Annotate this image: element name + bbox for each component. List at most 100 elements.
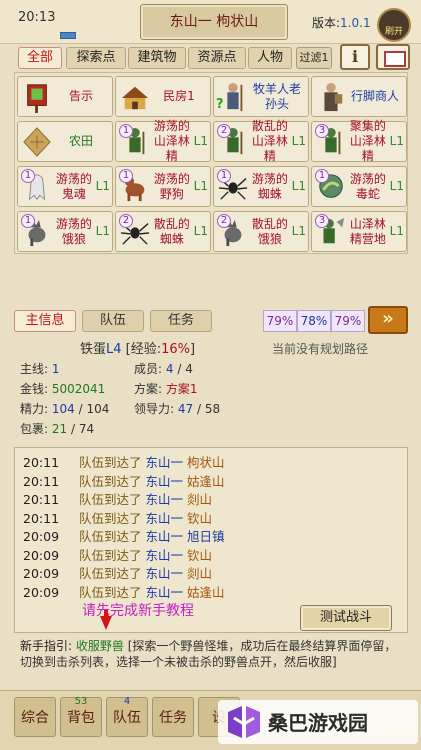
route-status: 当前没有规划路径 [272, 342, 369, 356]
count-badge: 1 [119, 124, 133, 138]
location-title[interactable]: 东山一 枸状山 [140, 4, 288, 40]
grid-cell[interactable]: 2 散乱的饿狼 L1 [213, 211, 309, 252]
team-count: 4 [123, 696, 131, 707]
grid-cell-label: 游荡的鬼魂 L1 [52, 167, 110, 206]
log-place: 枸状山 [183, 455, 225, 470]
grid-cell-name: 游荡的山泽林精 [153, 119, 190, 163]
watermark-logo-icon [228, 706, 260, 738]
grid-cell-name: 游荡的野狗 [153, 171, 190, 201]
grid-cell-level: L1 [193, 224, 208, 238]
grid-cell[interactable]: 2 散乱的山泽林精 L1 [213, 119, 309, 163]
grid-cell-name: 牧羊人老孙头 [252, 81, 301, 111]
farmland-icon [23, 127, 51, 157]
tab-buildings[interactable]: 建筑物 [128, 47, 186, 69]
grid-cell[interactable]: 行脚商人 [311, 76, 407, 117]
log-entry: 20:11 队伍到达了 东山一 枸状山 [23, 454, 224, 472]
grid-cell-label: 散乱的山泽林精 L1 [248, 119, 306, 163]
grid-cell-level: L1 [389, 224, 404, 238]
grid-cell[interactable]: 农田 [17, 121, 113, 162]
mainline-value: 1 [51, 362, 60, 376]
grid-cell-level: L1 [95, 224, 110, 238]
grid-cell[interactable]: 3 聚集的山泽林精 L1 [311, 119, 407, 163]
tab-tasks[interactable]: 任务 [150, 310, 212, 332]
grid-cell-label: 山泽林精营地 L1 [346, 212, 404, 251]
test-battle-button[interactable]: 测试战斗 [300, 605, 392, 631]
notice-icon [27, 84, 47, 113]
player-name: 铁蛋 [80, 342, 107, 357]
watermark-text: 桑巴游戏园 [268, 711, 368, 735]
log-region: 东山一 [145, 547, 183, 563]
log-place: 姑逢山 [183, 473, 225, 489]
percent-1: 79% [263, 310, 297, 332]
members-label: 成员: [134, 362, 163, 376]
bag-count: 53 [74, 696, 88, 707]
grid-cell-label: 游荡的饿狼 L1 [52, 212, 110, 251]
tab-team[interactable]: 队伍 [82, 310, 144, 332]
grid-cell[interactable]: 1 游荡的毒蛇 L1 [311, 166, 407, 207]
grid-cell[interactable]: 1 游荡的蜘蛛 L1 [213, 166, 309, 207]
bag-max: / 74 [70, 422, 95, 436]
log-message: 队伍到达了 [79, 547, 146, 563]
player-avatar[interactable]: 刷开 [377, 8, 411, 42]
grid-cell[interactable]: 1 游荡的鬼魂 L1 [17, 166, 113, 207]
count-badge: 3 [315, 214, 329, 228]
log-message: 队伍到达了 [79, 566, 146, 581]
tab-resources[interactable]: 资源点 [188, 47, 246, 69]
log-message: 队伍到达了 [79, 529, 146, 544]
guide-panel[interactable]: 新手指引: 收服野兽 [探索一个野兽怪堆，成功后在最终结算界面停留，切换到击杀列… [14, 636, 408, 684]
filter-button[interactable]: 过滤1 [296, 47, 332, 69]
battery-icon [60, 32, 76, 39]
bottom-tab-overview[interactable]: 综合 [14, 697, 56, 737]
mail-icon[interactable] [376, 44, 410, 70]
quest-marker-icon: ? [216, 97, 224, 112]
tab-main-info[interactable]: 主信息 [14, 310, 76, 332]
mainline-label: 主线: [20, 362, 49, 376]
exp-end: ] [190, 342, 196, 357]
grid-cell[interactable]: 1 游荡的饿狼 L1 [17, 211, 113, 252]
energy-value: 104 [51, 402, 75, 416]
info-button[interactable]: i [340, 44, 370, 70]
log-place: 钦山 [183, 510, 212, 526]
exp-label: [经验: [125, 342, 162, 357]
count-badge: 1 [21, 214, 35, 228]
tab-all[interactable]: 全部 [18, 47, 62, 69]
log-time: 20:11 [23, 492, 60, 507]
grid-cell-label: 散乱的饿狼 L1 [248, 212, 306, 251]
log-entry: 20:09 队伍到达了 东山一 剡山 [23, 565, 212, 583]
grid-cell[interactable]: 3 山泽林精营地 L1 [311, 211, 407, 252]
tab-people[interactable]: 人物 [248, 47, 292, 69]
tab-explore[interactable]: 探索点 [66, 47, 126, 69]
avatar-label: 刷开 [384, 27, 403, 37]
log-entry: 20:11 队伍到达了 东山一 钦山 [23, 510, 212, 528]
grid-cell-level: L1 [291, 224, 306, 238]
bag-label: 包裹: [20, 422, 49, 436]
energy-label: 精力: [20, 402, 49, 416]
grid-cell-name: 山泽林精营地 [349, 216, 386, 246]
log-time: 20:09 [23, 566, 60, 581]
plan-value[interactable]: 方案1 [166, 382, 198, 396]
grid-cell-name: 民房1 [163, 89, 195, 103]
grid-cell[interactable]: 2 散乱的蜘蛛 L1 [115, 211, 211, 252]
log-entry: 20:09 队伍到达了 东山一 旭日镇 [23, 528, 224, 546]
grid-cell[interactable]: 1 游荡的山泽林精 L1 [115, 119, 211, 163]
log-region: 东山一 [145, 455, 183, 470]
tutorial-hint: 请先完成新手教程 [82, 603, 194, 619]
grid-cell[interactable]: ? 牧羊人老孙头 [213, 76, 309, 117]
grid-cell-name: 农田 [68, 134, 93, 148]
log-region: 东山一 [145, 566, 183, 581]
grid-cell-name: 散乱的饿狼 [251, 216, 288, 246]
count-badge: 2 [217, 214, 231, 228]
count-badge: 1 [21, 169, 35, 183]
bottom-tab-tasks[interactable]: 任务 [152, 697, 194, 737]
grid-cell-level: L1 [193, 134, 208, 148]
exp-value: 16% [161, 342, 191, 357]
members-value: 4 [165, 362, 174, 376]
log-time: 20:11 [23, 455, 60, 470]
grid-cell[interactable]: 告示 [17, 76, 113, 117]
fast-forward-button[interactable]: » [368, 306, 408, 334]
grid-cell-level: L1 [291, 134, 306, 148]
grid-cell[interactable]: 1 游荡的野狗 L1 [115, 166, 211, 207]
percent-3: 79% [331, 310, 365, 332]
grid-cell[interactable]: 民房1 [115, 76, 211, 117]
merchant-icon [324, 82, 343, 112]
